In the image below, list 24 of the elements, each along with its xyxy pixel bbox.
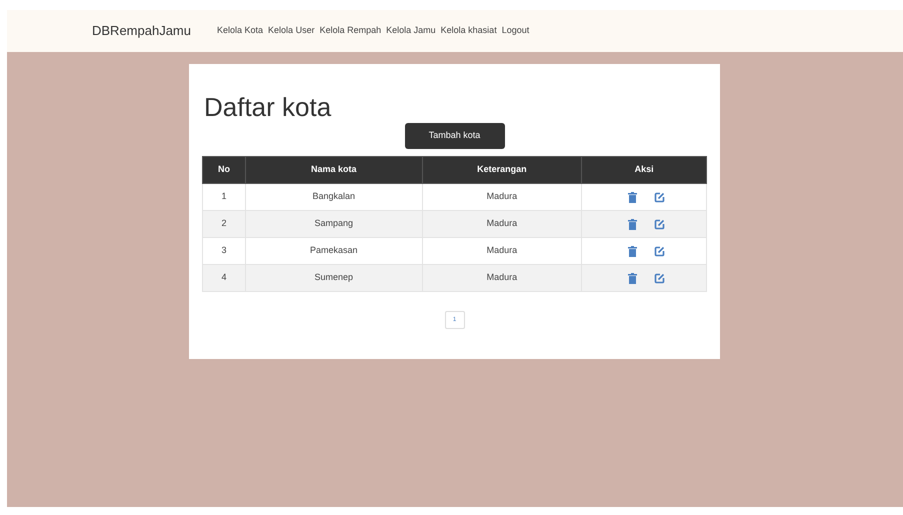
- column-header: Keterangan: [422, 156, 582, 184]
- table-cell: Madura: [422, 264, 582, 292]
- trash-icon[interactable]: [628, 272, 637, 284]
- table-cell: Sumenep: [245, 264, 422, 292]
- edit-icon[interactable]: [654, 192, 665, 202]
- trash-icon[interactable]: [628, 246, 637, 256]
- page-title: Daftar kota: [203, 92, 332, 122]
- nav-link[interactable]: Kelola Jamu: [386, 24, 436, 38]
- nav-link[interactable]: Logout: [502, 24, 530, 38]
- column-header: Nama kota: [245, 156, 422, 184]
- nav-link[interactable]: Kelola Kota: [217, 24, 264, 38]
- trash-icon[interactable]: [628, 192, 637, 202]
- column-header: No: [202, 156, 246, 184]
- nav-link[interactable]: Kelola khasiat: [440, 24, 497, 38]
- brand[interactable]: DBRempahJamu: [92, 21, 191, 41]
- nav-link[interactable]: Kelola Rempah: [320, 24, 382, 38]
- table-cell: 4: [202, 264, 246, 292]
- trash-icon[interactable]: [628, 218, 637, 230]
- edit-icon[interactable]: [654, 272, 665, 284]
- nav-link[interactable]: Kelola User: [268, 24, 315, 38]
- edit-icon[interactable]: [654, 218, 665, 230]
- add-button[interactable]: Tambah kota: [404, 123, 504, 149]
- column-header: Aksi: [582, 156, 706, 184]
- edit-icon[interactable]: [654, 246, 665, 256]
